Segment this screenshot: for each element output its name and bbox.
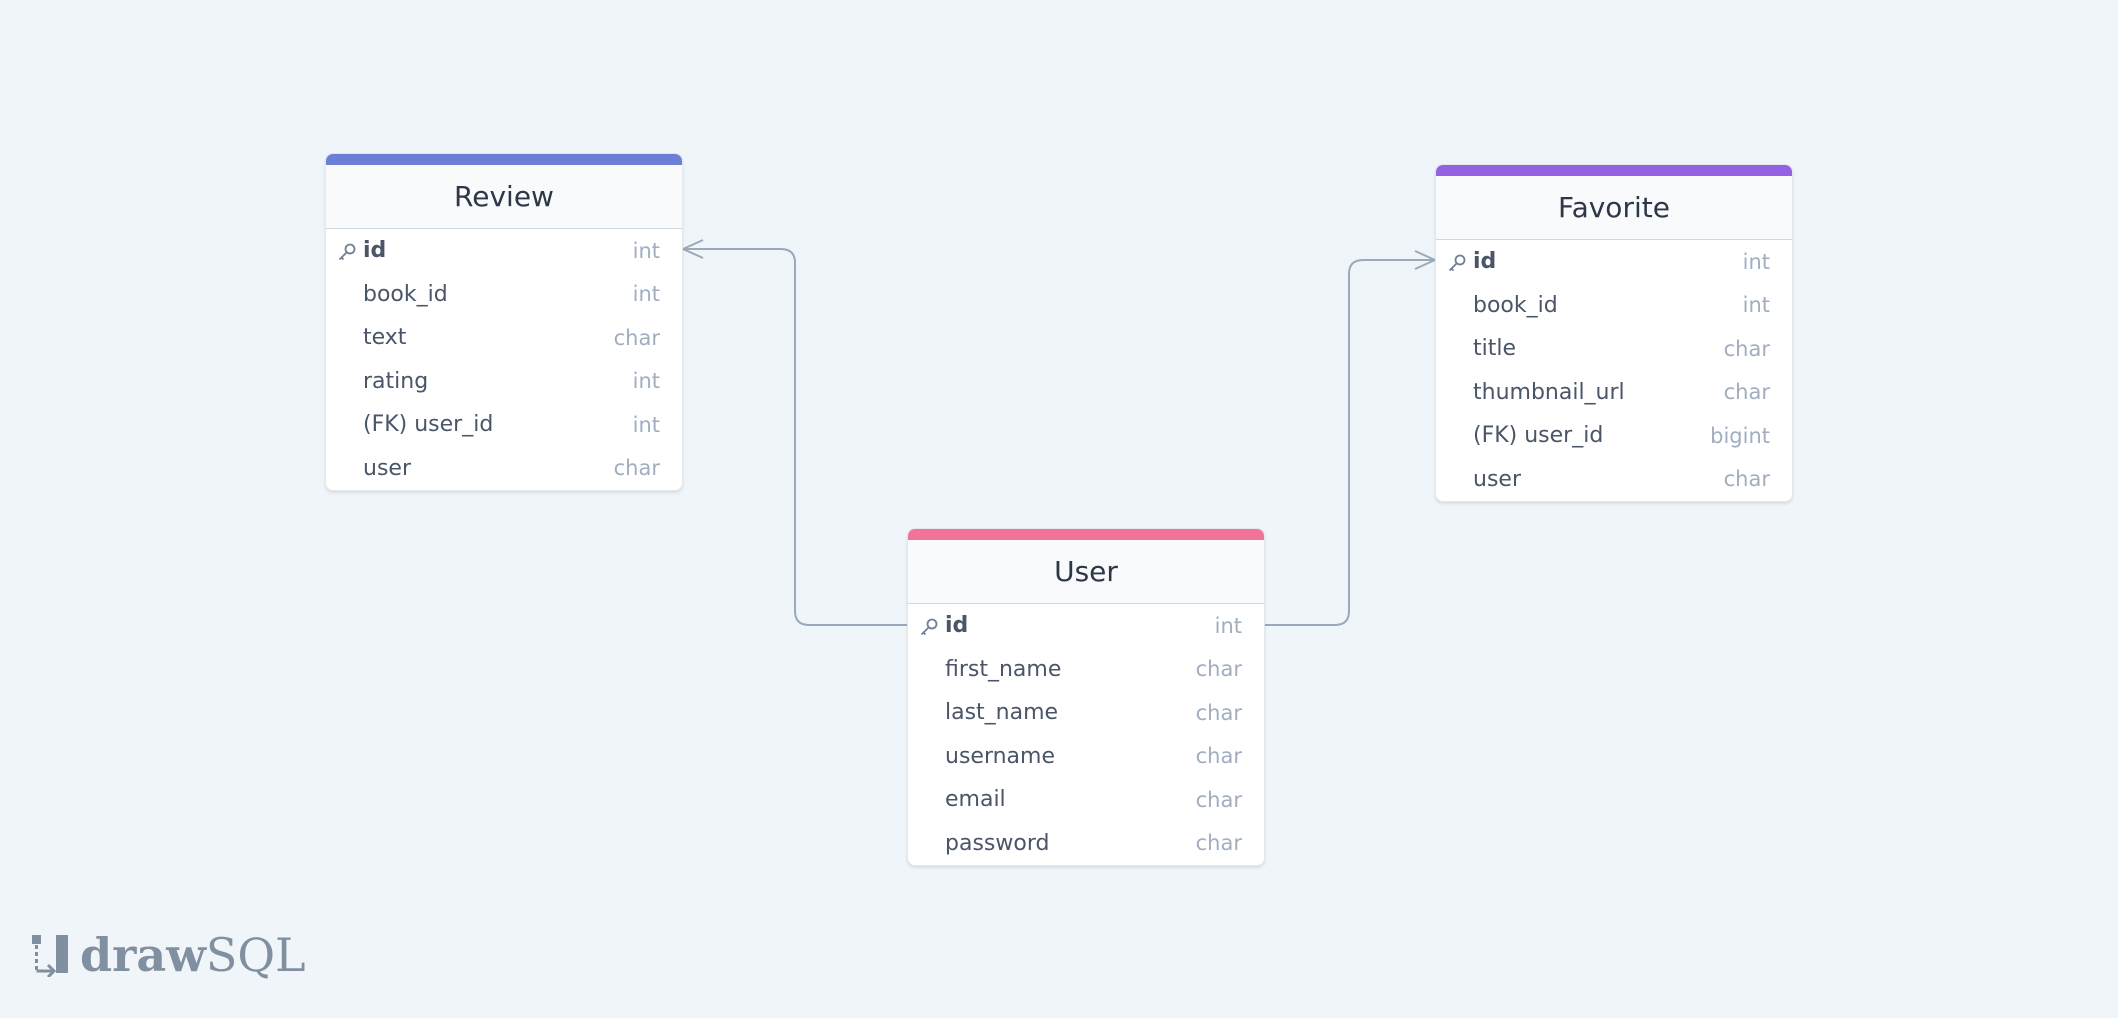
table-color-bar <box>326 154 682 165</box>
column-row-text[interactable]: text char <box>326 316 682 360</box>
column-row-title[interactable]: title char <box>1436 327 1792 371</box>
column-type: char <box>1723 467 1770 492</box>
column-row-user-id[interactable]: (FK) user_id bigint <box>1436 414 1792 458</box>
column-list: id int book_id int text char rating int … <box>326 229 682 490</box>
column-name: book_id <box>1473 292 1558 318</box>
table-color-bar <box>908 529 1264 540</box>
column-name: id <box>363 238 387 264</box>
column-row-book-id[interactable]: book_id int <box>326 273 682 317</box>
logo-text-light: SQL <box>205 928 306 982</box>
column-name: username <box>945 743 1055 769</box>
column-name: last_name <box>945 700 1059 726</box>
column-row-password[interactable]: password char <box>908 822 1264 866</box>
column-name: first_name <box>945 656 1062 682</box>
column-row-id[interactable]: id int <box>908 604 1264 648</box>
column-type: int <box>632 282 660 307</box>
column-row-thumbnail-url[interactable]: thumbnail_url char <box>1436 371 1792 415</box>
column-type: char <box>1195 700 1242 725</box>
key-icon <box>1448 254 1466 272</box>
column-row-user[interactable]: user char <box>1436 458 1792 502</box>
column-name: text <box>363 325 407 351</box>
table-user[interactable]: User id int first_name char last_name ch… <box>907 528 1265 866</box>
column-type: char <box>1195 657 1242 682</box>
column-type: char <box>1195 831 1242 856</box>
column-type: bigint <box>1710 423 1770 448</box>
column-row-email[interactable]: email char <box>908 778 1264 822</box>
column-name: user <box>363 455 411 481</box>
column-row-user[interactable]: user char <box>326 447 682 491</box>
table-color-bar <box>1436 165 1792 176</box>
column-row-id[interactable]: id int <box>1436 240 1792 284</box>
column-type: char <box>1195 787 1242 812</box>
column-name: user <box>1473 466 1521 492</box>
key-icon <box>920 618 938 636</box>
table-title[interactable]: Favorite <box>1436 176 1792 240</box>
column-type: int <box>632 369 660 394</box>
column-row-book-id[interactable]: book_id int <box>1436 284 1792 328</box>
table-title[interactable]: Review <box>326 165 682 229</box>
table-review[interactable]: Review id int book_id int text char rati… <box>325 153 683 491</box>
drawsql-logo[interactable]: draw SQL <box>30 928 306 982</box>
column-row-username[interactable]: username char <box>908 735 1264 779</box>
column-type: int <box>632 238 660 263</box>
column-name: id <box>945 613 969 639</box>
column-list: id int book_id int title char thumbnail_… <box>1436 240 1792 501</box>
column-name: password <box>945 830 1050 856</box>
column-name: title <box>1473 336 1517 362</box>
column-row-id[interactable]: id int <box>326 229 682 273</box>
logo-text-bold: draw <box>80 928 206 982</box>
column-type: int <box>632 412 660 437</box>
column-type: int <box>1742 249 1770 274</box>
column-type: int <box>1214 613 1242 638</box>
column-name: rating <box>363 368 429 394</box>
column-type: int <box>1742 293 1770 318</box>
column-name: thumbnail_url <box>1473 379 1625 405</box>
column-name: email <box>945 787 1006 813</box>
column-name: (FK) user_id <box>1473 423 1604 449</box>
column-type: char <box>1723 336 1770 361</box>
table-title[interactable]: User <box>908 540 1264 604</box>
column-type: char <box>1195 744 1242 769</box>
column-type: char <box>1723 380 1770 405</box>
connector-user-favorite[interactable] <box>1265 259 1435 626</box>
column-name: id <box>1473 249 1497 275</box>
key-icon <box>338 243 356 261</box>
table-favorite[interactable]: Favorite id int book_id int title char t… <box>1435 164 1793 502</box>
column-name: book_id <box>363 281 448 307</box>
column-row-rating[interactable]: rating int <box>326 360 682 404</box>
column-row-first-name[interactable]: first_name char <box>908 648 1264 692</box>
column-type: char <box>613 456 660 481</box>
column-row-last-name[interactable]: last_name char <box>908 691 1264 735</box>
column-name: (FK) user_id <box>363 412 494 438</box>
column-row-user-id[interactable]: (FK) user_id int <box>326 403 682 447</box>
connector-review-user[interactable] <box>683 248 907 626</box>
column-type: char <box>613 325 660 350</box>
column-list: id int first_name char last_name char us… <box>908 604 1264 865</box>
drawsql-logo-icon <box>32 935 68 977</box>
